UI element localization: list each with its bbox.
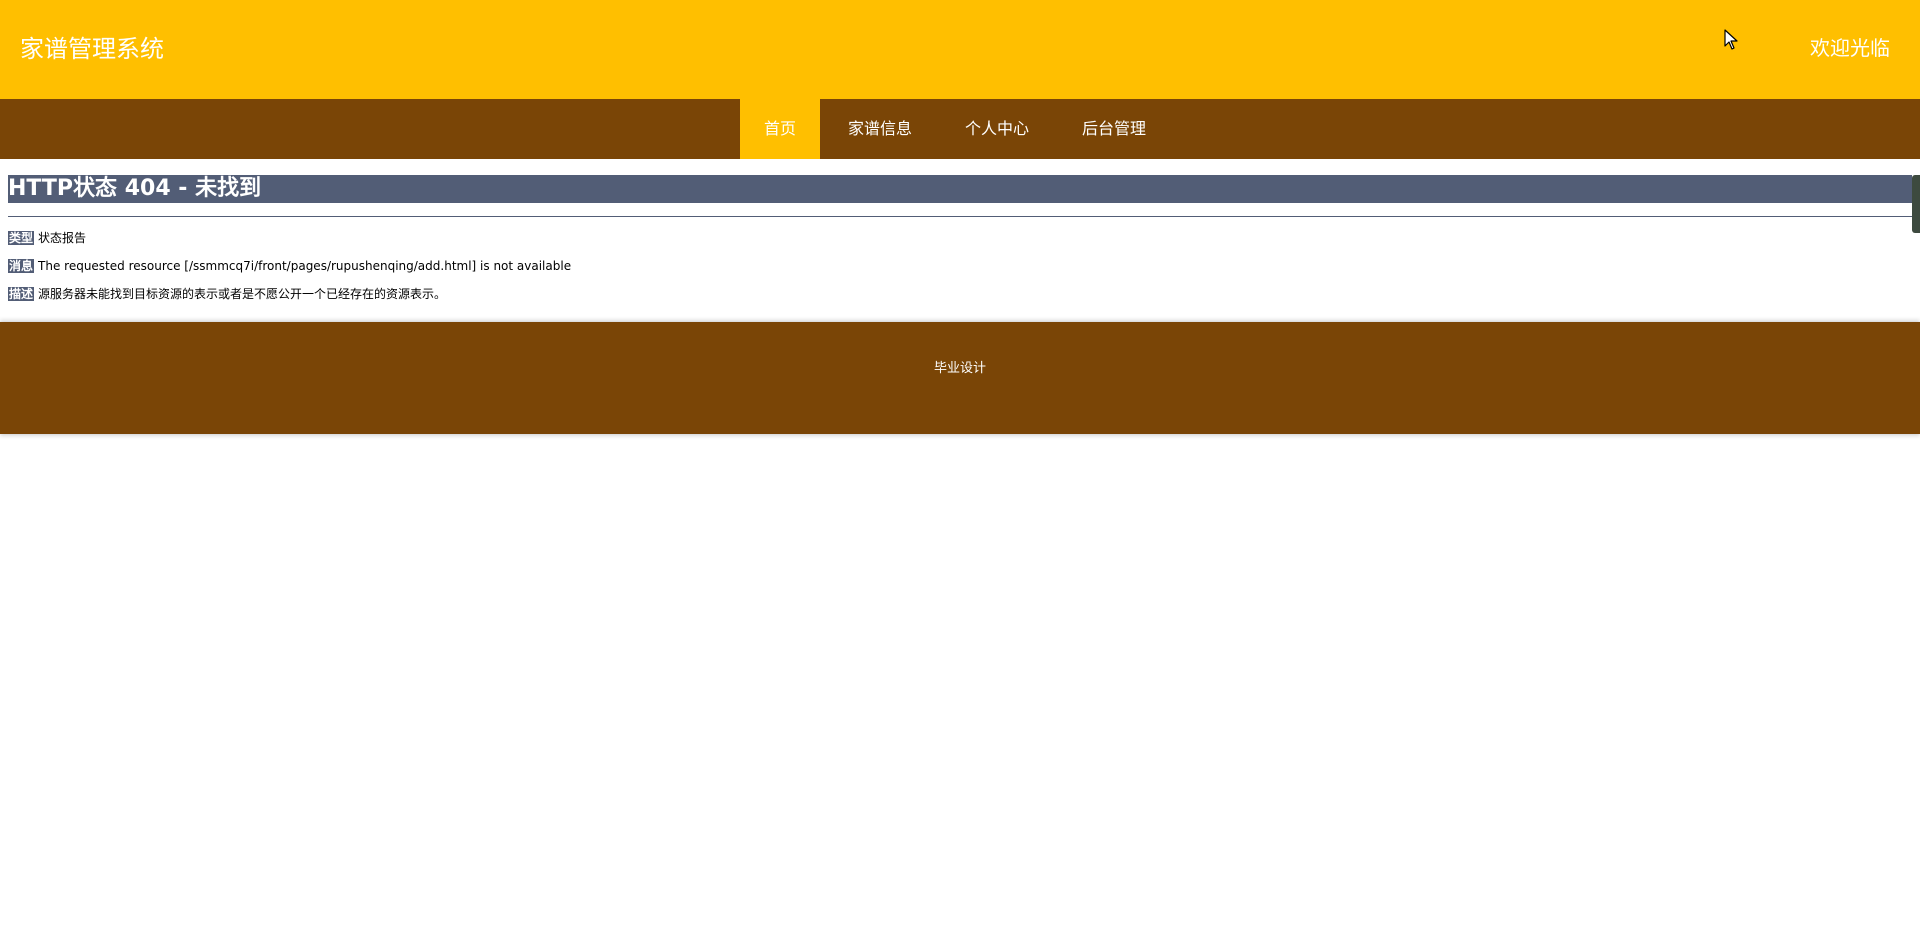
error-type-row: 类型 状态报告 (8, 230, 86, 246)
nav-items: 首页 家谱信息 个人中心 后台管理 (740, 99, 1171, 159)
error-message-row: 消息 The requested resource [/ssmmcq7i/fron… (8, 258, 571, 274)
nav-item-genealogy-info[interactable]: 家谱信息 (823, 99, 937, 159)
welcome-text: 欢迎光临 (1810, 36, 1890, 60)
error-content: HTTP状态 404 - 未找到 类型 状态报告 消息 The requested … (0, 159, 1920, 322)
nav-item-admin[interactable]: 后台管理 (1057, 99, 1171, 159)
error-type-value: 状态报告 (38, 231, 87, 245)
site-footer: 毕业设计 (0, 322, 1920, 434)
footer-text: 毕业设计 (933, 361, 986, 376)
mouse-cursor-icon (1724, 29, 1738, 50)
error-description-value: 源服务器未能找到目标资源的表示或者是不愿公开一个已经存在的资源表示。 (38, 287, 447, 301)
error-type-label: 类型 (8, 231, 35, 245)
side-panel-handle[interactable] (1912, 175, 1920, 233)
nav-item-home[interactable]: 首页 (740, 99, 821, 159)
error-title: HTTP状态 404 - 未找到 (8, 175, 1912, 203)
main-nav: 首页 家谱信息 个人中心 后台管理 (0, 99, 1920, 159)
error-message-label: 消息 (8, 259, 35, 273)
error-description-row: 描述 源服务器未能找到目标资源的表示或者是不愿公开一个已经存在的资源表示。 (8, 286, 446, 302)
site-title[interactable]: 家谱管理系统 (20, 33, 164, 65)
nav-item-personal-center[interactable]: 个人中心 (940, 99, 1054, 159)
site-header: 家谱管理系统 欢迎光临 (0, 0, 1920, 99)
error-message-value: The requested resource [/ssmmcq7i/front/… (38, 259, 572, 273)
error-description-label: 描述 (8, 287, 35, 301)
divider (8, 216, 1912, 217)
